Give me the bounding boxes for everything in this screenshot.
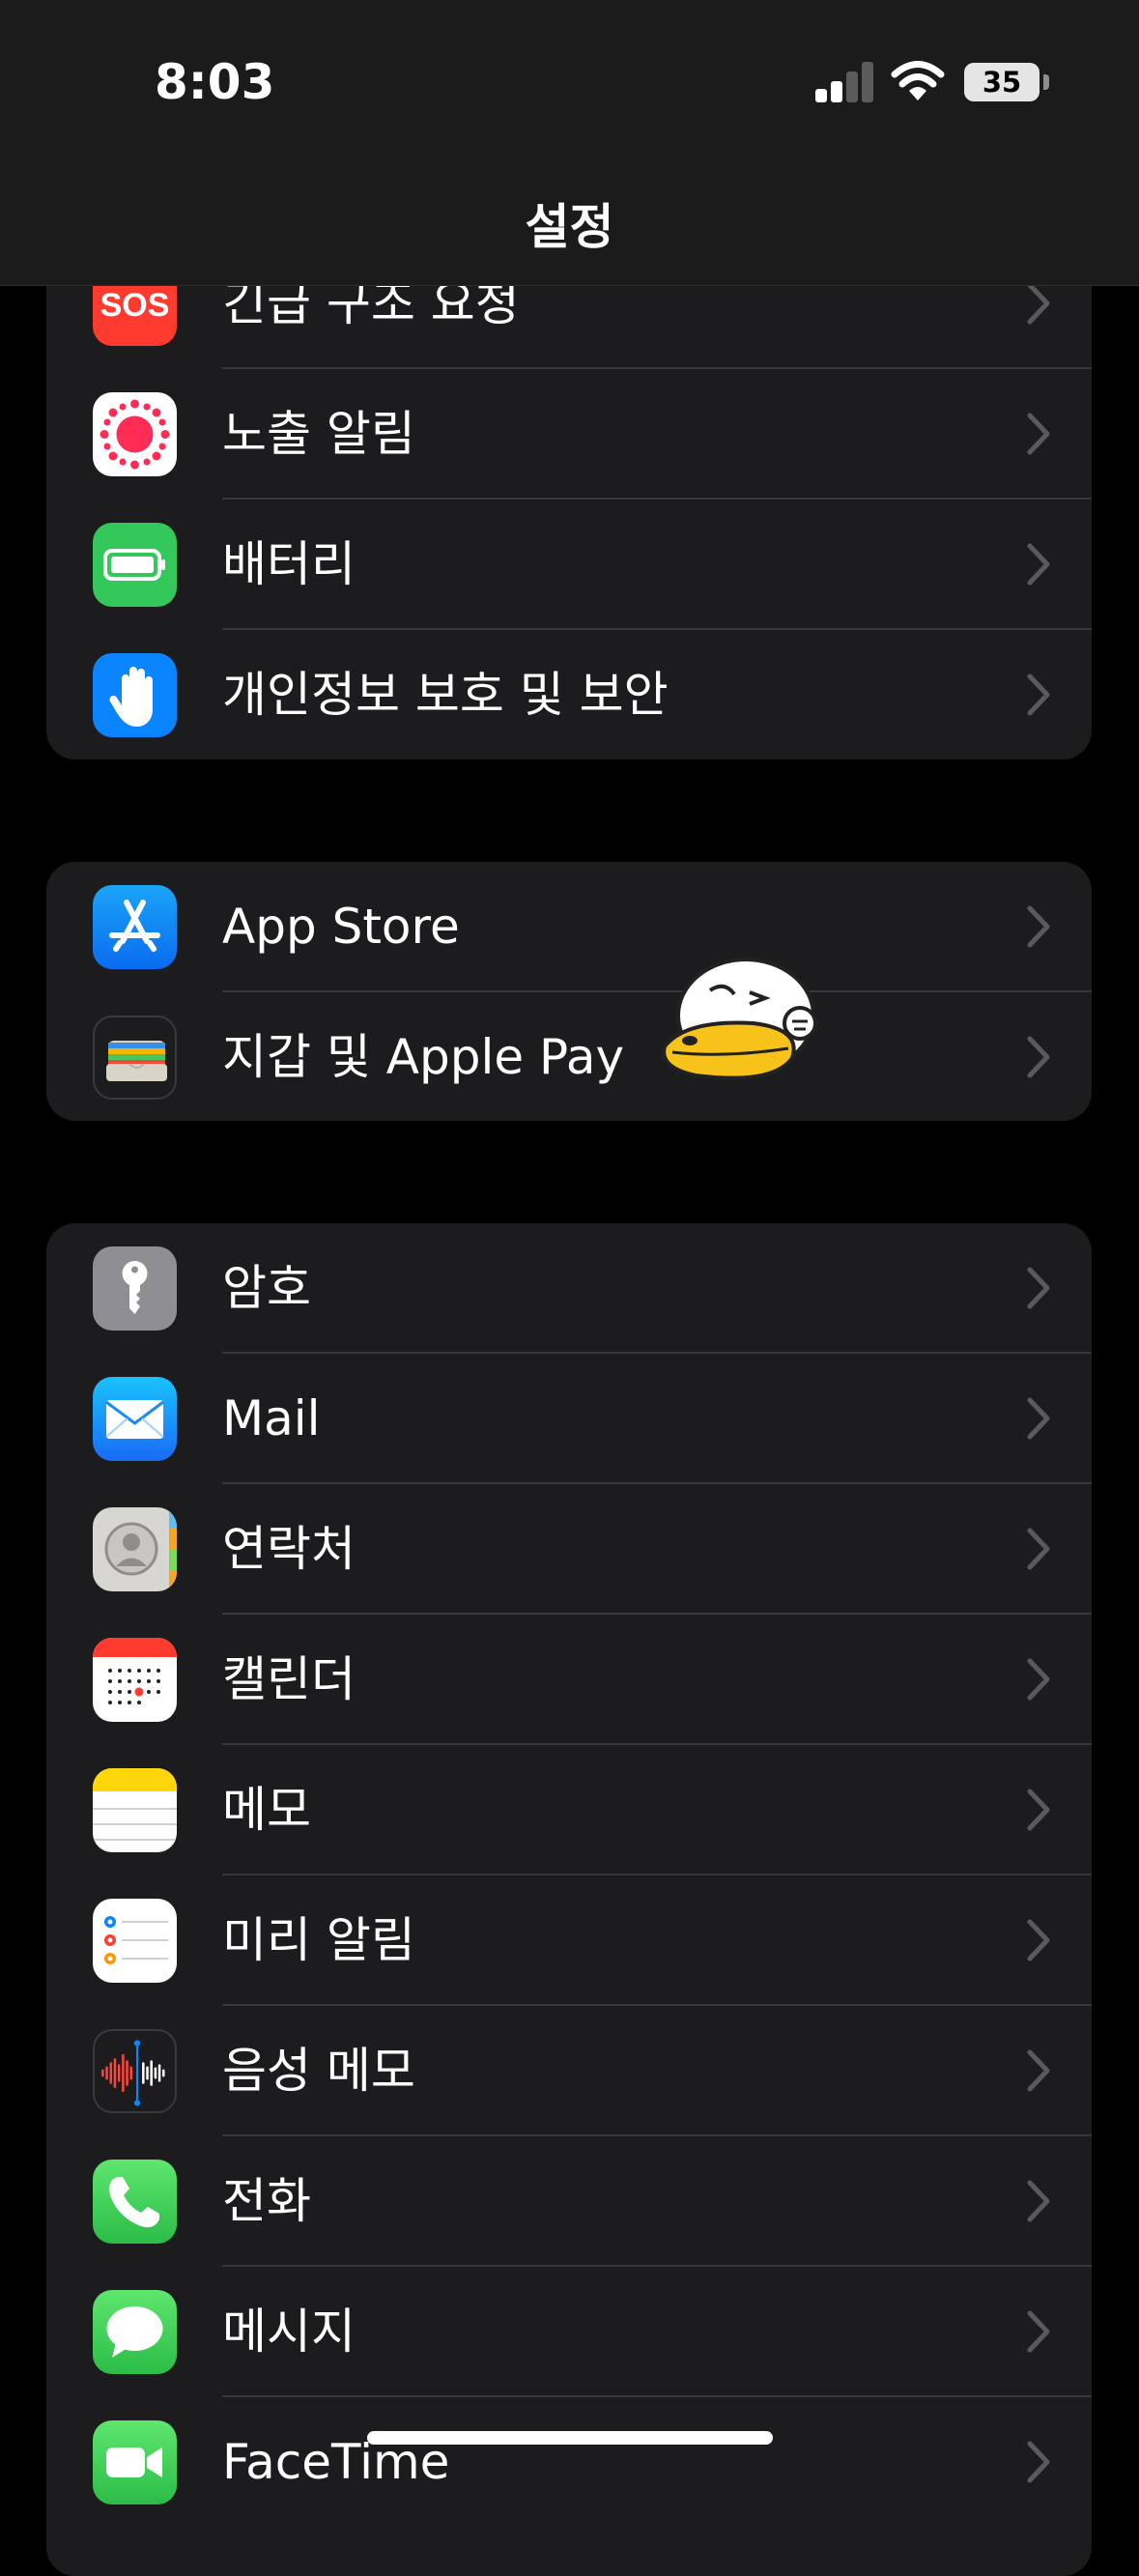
settings-row-app-store[interactable]: App Store (46, 862, 1092, 992)
phone-icon (93, 2160, 177, 2244)
contacts-icon (93, 1507, 177, 1591)
settings-row-label: 전화 (222, 2173, 311, 2229)
settings-row-label: 메모 (222, 1782, 311, 1838)
settings-row-mail[interactable]: Mail (46, 1354, 1092, 1484)
settings-row-messages[interactable]: 메시지 (46, 2267, 1092, 2397)
settings-row-label: 음성 메모 (222, 2043, 415, 2099)
chevron-right-icon (1027, 1036, 1050, 1078)
chevron-right-icon (1027, 413, 1050, 455)
settings-row-label: 개인정보 보호 및 보안 (222, 667, 669, 723)
privacy-hand-icon (93, 653, 177, 737)
chevron-right-icon (1027, 1789, 1050, 1831)
chevron-right-icon (1027, 1397, 1050, 1440)
chevron-right-icon (1027, 282, 1050, 325)
chevron-right-icon (1027, 2441, 1050, 2483)
messages-icon (93, 2290, 177, 2374)
chevron-right-icon (1027, 543, 1050, 586)
settings-row-label: App Store (222, 899, 460, 955)
duck-sticker-icon (662, 958, 817, 1080)
wallet-icon (93, 1016, 177, 1100)
cellular-signal-icon (815, 60, 875, 102)
calendar-icon (93, 1638, 177, 1722)
page-title: 설정 (525, 199, 614, 255)
chevron-right-icon (1027, 905, 1050, 948)
settings-group-store: App Store 지갑 및 Apple Pay (46, 862, 1092, 1121)
chevron-right-icon (1027, 673, 1050, 716)
key-icon (93, 1246, 177, 1331)
settings-row-voice-memos[interactable]: 음성 메모 (46, 2006, 1092, 2136)
chevron-right-icon (1027, 1528, 1050, 1570)
chevron-right-icon (1027, 1267, 1050, 1309)
settings-row-exposure[interactable]: 노출 알림 (46, 369, 1092, 500)
settings-row-phone[interactable]: 전화 (46, 2136, 1092, 2267)
facetime-icon (93, 2420, 177, 2504)
notes-icon (93, 1768, 177, 1852)
battery-status-icon: 35 (964, 63, 1039, 101)
status-bar: 8:03 35 (0, 0, 1139, 169)
settings-list: SOS 긴급 구조 요청 노출 알림 배터리 개인정보 보호 및 보안 App … (0, 0, 1139, 2576)
settings-row-privacy[interactable]: 개인정보 보호 및 보안 (46, 630, 1092, 759)
exposure-notification-icon (93, 392, 177, 476)
settings-row-calendar[interactable]: 캘린더 (46, 1615, 1092, 1745)
svg-text:SOS: SOS (100, 287, 170, 324)
app-store-icon (93, 885, 177, 969)
settings-row-label: Mail (222, 1390, 321, 1446)
settings-row-wallet[interactable]: 지갑 및 Apple Pay (46, 992, 1092, 1121)
settings-row-label: FaceTime (222, 2434, 450, 2490)
wifi-icon (891, 61, 945, 100)
status-time: 8:03 (155, 54, 275, 110)
settings-group-system: SOS 긴급 구조 요청 노출 알림 배터리 개인정보 보호 및 보안 (46, 240, 1092, 759)
chevron-right-icon (1027, 2310, 1050, 2353)
settings-row-label: 배터리 (222, 536, 356, 592)
home-indicator[interactable] (367, 2431, 773, 2445)
settings-row-contacts[interactable]: 연락처 (46, 1484, 1092, 1615)
battery-icon (93, 523, 177, 607)
settings-row-reminders[interactable]: 미리 알림 (46, 1875, 1092, 2006)
chevron-right-icon (1027, 2180, 1050, 2222)
settings-row-facetime[interactable]: FaceTime (46, 2397, 1092, 2528)
settings-row-label: 노출 알림 (222, 406, 415, 462)
settings-row-label: 메시지 (222, 2304, 356, 2360)
settings-row-label: 지갑 및 Apple Pay (222, 1029, 625, 1085)
chevron-right-icon (1027, 1919, 1050, 1961)
settings-row-notes[interactable]: 메모 (46, 1745, 1092, 1875)
settings-row-label: 캘린더 (222, 1651, 356, 1707)
settings-row-passwords[interactable]: 암호 (46, 1223, 1092, 1354)
chevron-right-icon (1027, 2049, 1050, 2092)
voice-memos-icon (93, 2029, 177, 2113)
mail-icon (93, 1377, 177, 1461)
settings-group-apps: 암호 Mail 연락처 캘린더 메모 미리 알림 음성 메모 전화 메시지 Fa… (46, 1223, 1092, 2576)
settings-row-label: 미리 알림 (222, 1912, 415, 1968)
reminders-icon (93, 1899, 177, 1983)
settings-row-label: 암호 (222, 1260, 311, 1316)
settings-row-label: 연락처 (222, 1521, 356, 1577)
chevron-right-icon (1027, 1658, 1050, 1701)
battery-nub (1043, 74, 1049, 90)
settings-row-battery[interactable]: 배터리 (46, 500, 1092, 630)
